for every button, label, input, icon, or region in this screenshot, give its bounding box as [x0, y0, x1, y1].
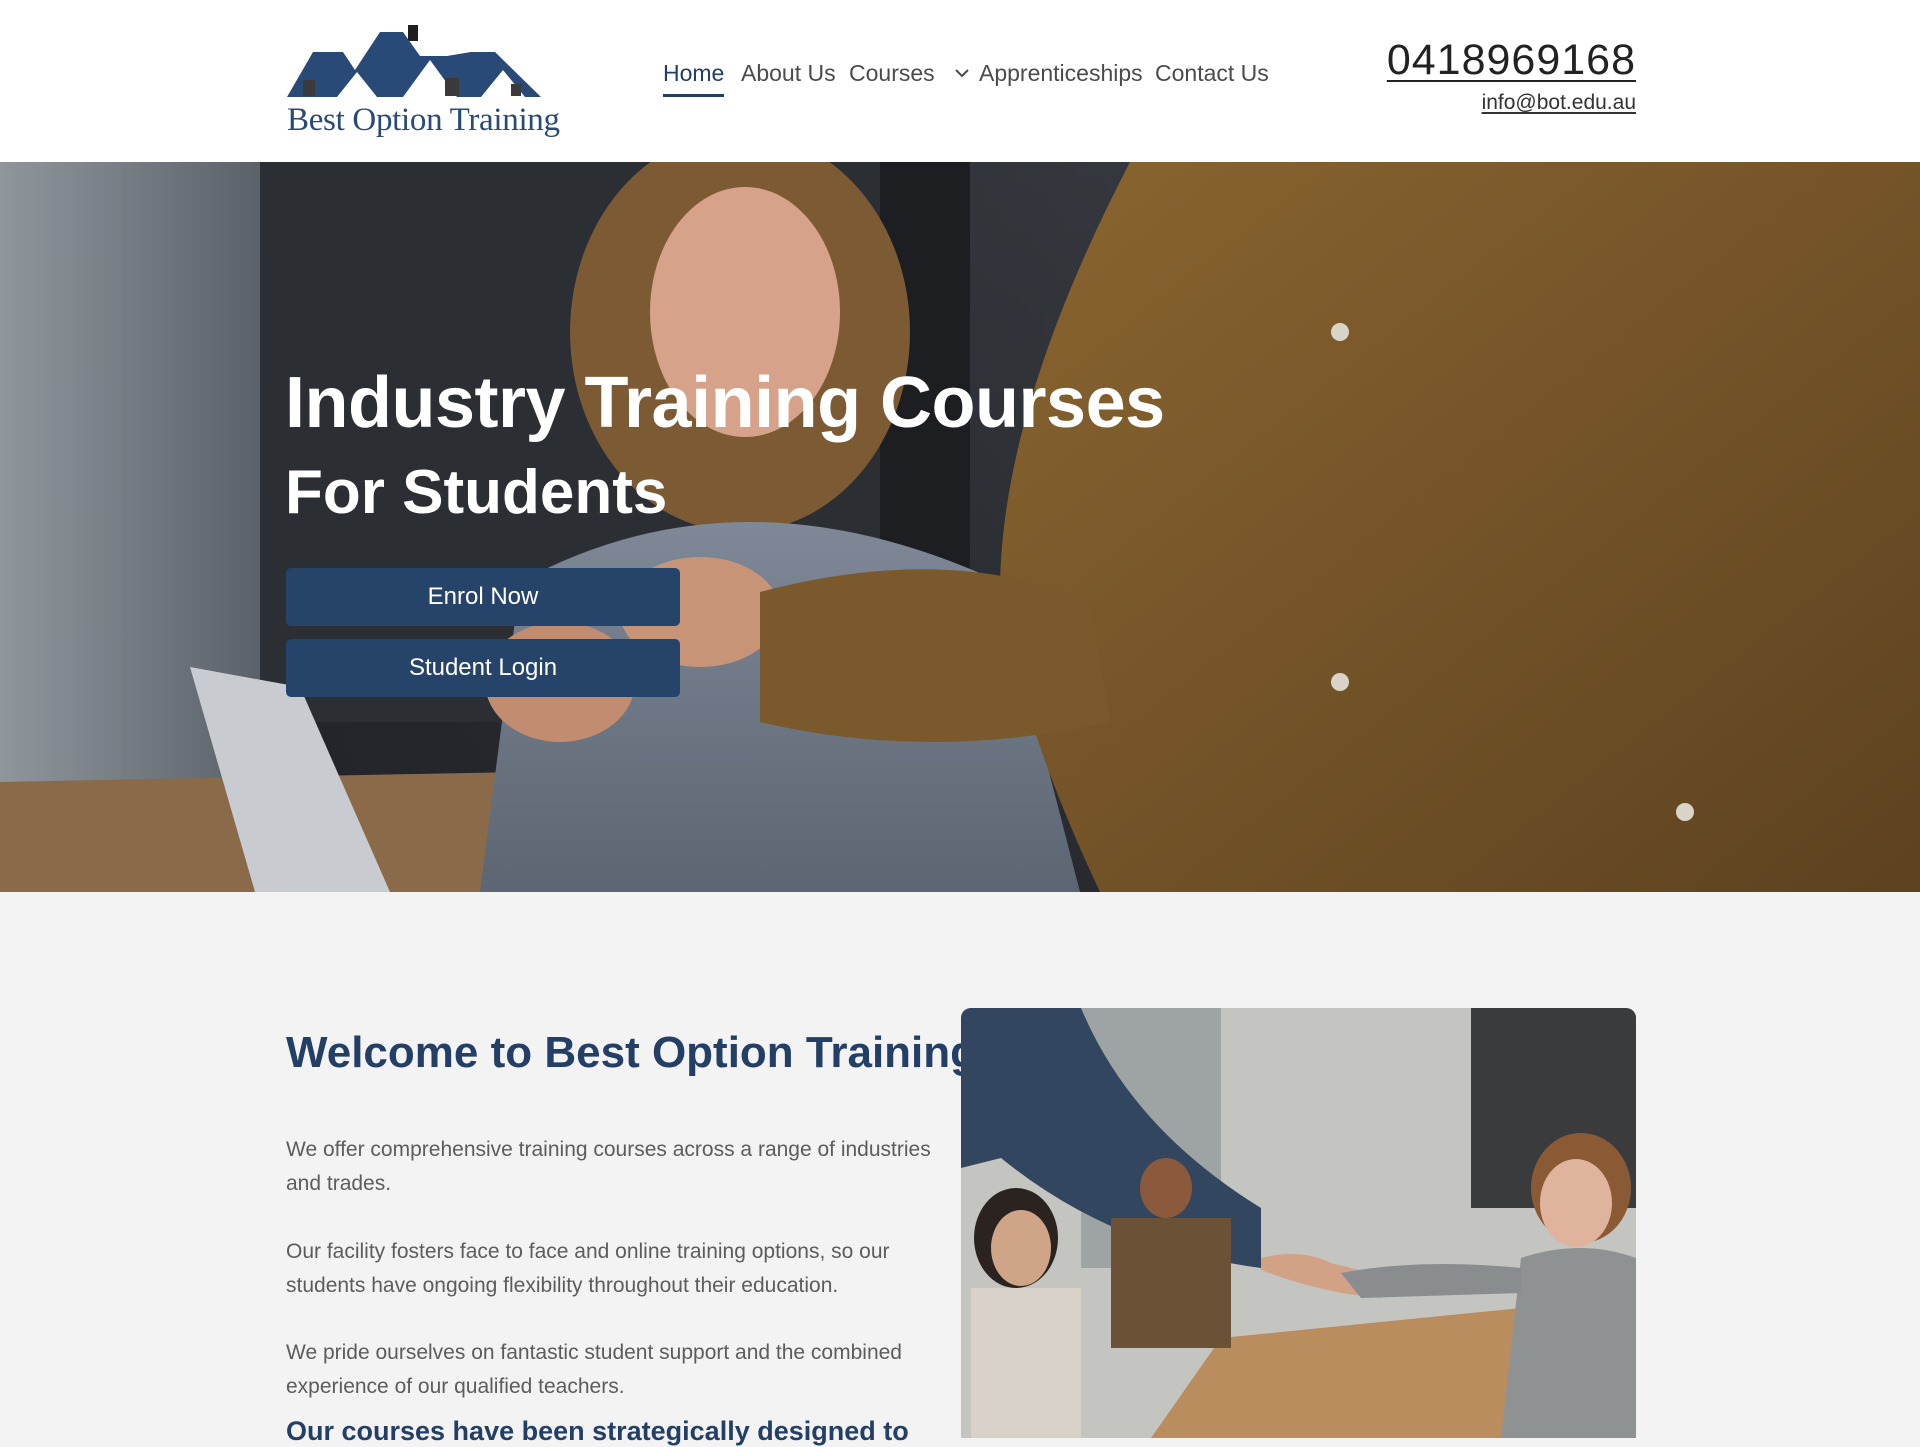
email-link[interactable]: info@bot.edu.au: [1387, 91, 1636, 115]
team-meeting-photo: [961, 1008, 1636, 1438]
welcome-paragraph: We pride ourselves on fantastic student …: [286, 1341, 902, 1398]
nav-courses[interactable]: Courses: [849, 58, 969, 102]
chevron-down-icon: [955, 69, 969, 78]
logo-text: Best Option Training: [287, 102, 560, 138]
header-contact: 0418969168 info@bot.edu.au: [1387, 36, 1636, 115]
welcome-paragraph: Our facility fosters face to face and on…: [286, 1240, 890, 1297]
nav-apprenticeships[interactable]: Apprenticeships: [979, 58, 1143, 102]
hero-banner: Industry Training Courses For Students E…: [0, 162, 1920, 892]
nav-home[interactable]: Home: [663, 58, 725, 102]
phone-link[interactable]: 0418969168: [1387, 36, 1636, 85]
nav-home-label: Home: [663, 60, 725, 86]
nav-about-us-label: About Us: [741, 60, 836, 86]
enrol-now-button[interactable]: Enrol Now: [286, 568, 680, 626]
hero-subtitle: For Students: [285, 458, 668, 527]
site-header: Best Option Training Home About Us Cours…: [0, 0, 1920, 162]
nav-about-us[interactable]: About Us: [741, 58, 836, 102]
welcome-heading: Welcome to Best Option Training,: [286, 1028, 990, 1077]
student-login-button[interactable]: Student Login: [286, 639, 680, 697]
welcome-paragraph: We offer comprehensive training courses …: [286, 1138, 931, 1195]
nav-courses-label: Courses: [849, 60, 935, 86]
handshake-photo: [961, 1008, 1636, 1438]
hero-title: Industry Training Courses: [285, 363, 1165, 443]
nav-contact-us-label: Contact Us: [1155, 60, 1269, 86]
nav-contact-us[interactable]: Contact Us: [1155, 58, 1269, 102]
site-logo[interactable]: Best Option Training: [285, 22, 560, 142]
nav-apprenticeships-label: Apprenticeships: [979, 60, 1143, 86]
house-roof-logo-icon: [287, 25, 541, 97]
